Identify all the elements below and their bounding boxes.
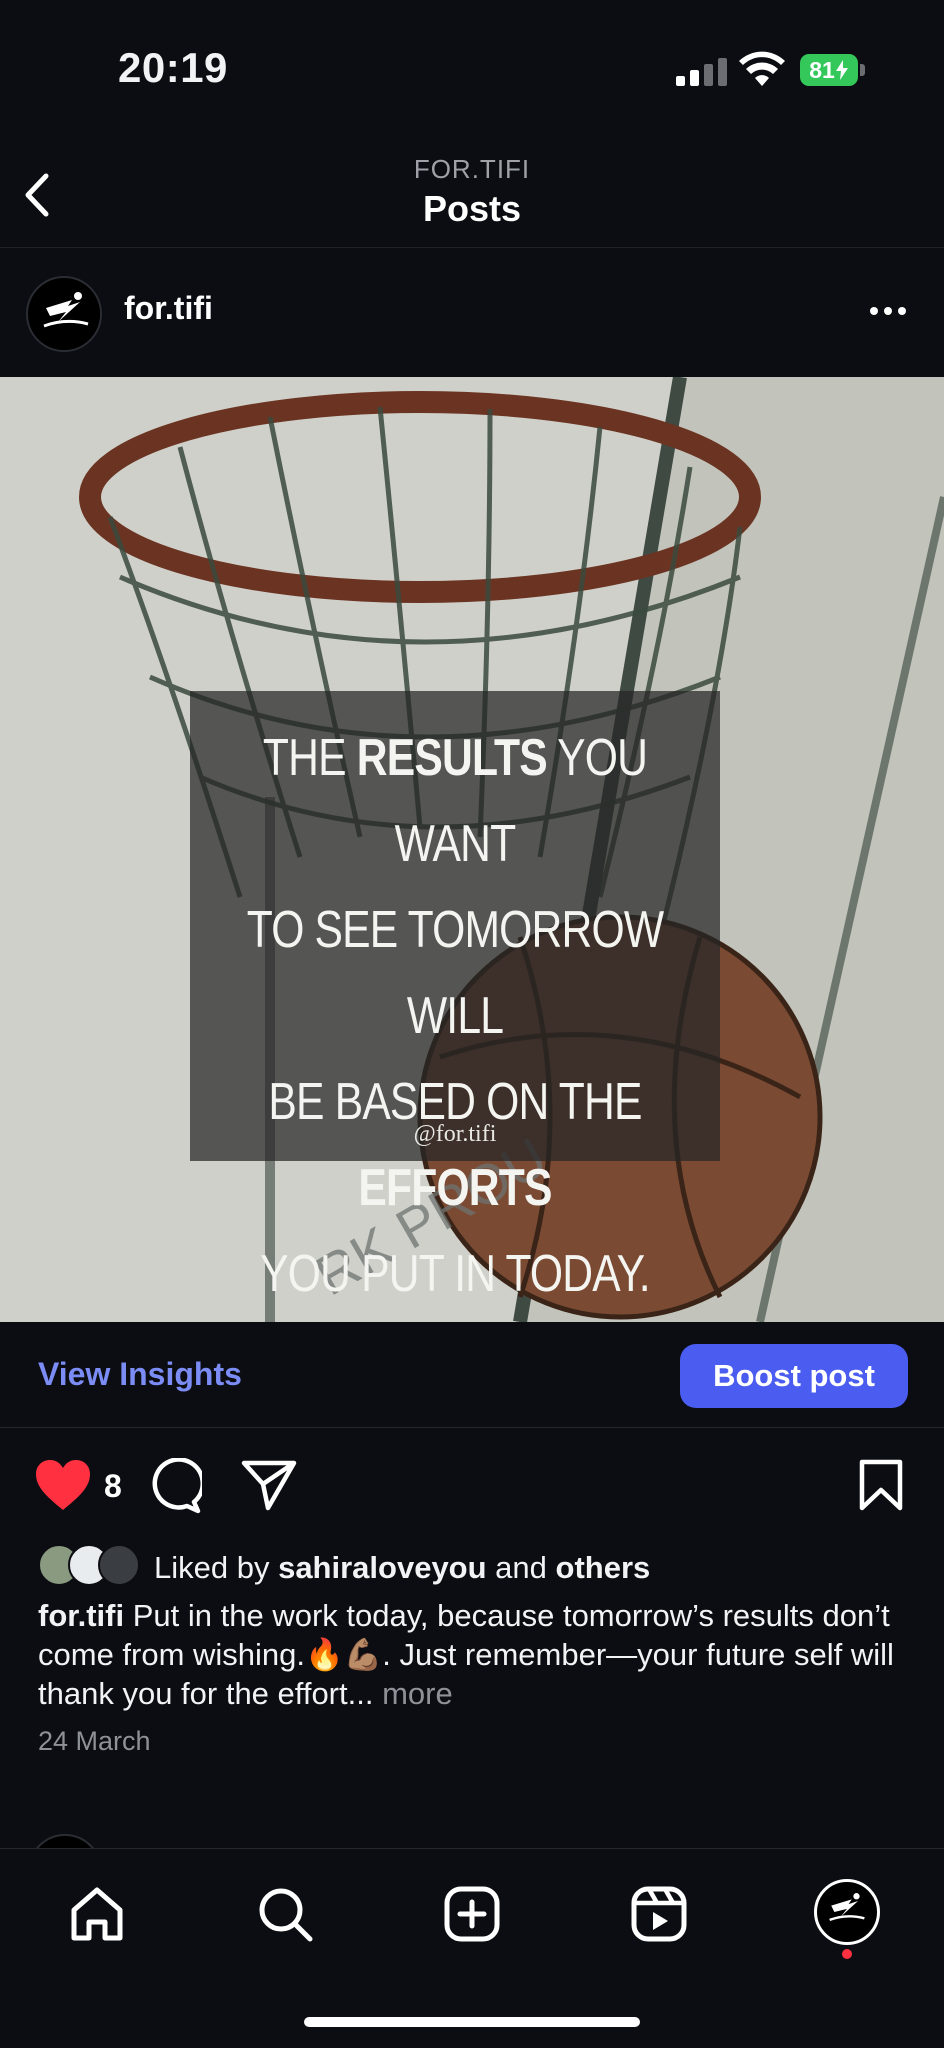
status-time: 20:19: [118, 44, 228, 91]
tab-home[interactable]: [62, 1879, 132, 1949]
quote-line-5: YOU PUT IN TODAY.: [260, 1245, 651, 1303]
page-title: Posts: [422, 188, 522, 229]
comment-icon[interactable]: [146, 1458, 202, 1514]
paper-plane-icon[interactable]: [240, 1458, 298, 1512]
bottom-tab-bar: [0, 1848, 944, 2048]
notification-dot: [842, 1949, 852, 1959]
runner-logo-icon: [829, 1893, 865, 1922]
wifi-icon: [739, 51, 785, 86]
post-actions: 8: [0, 1452, 944, 1520]
dot-icon: [898, 307, 906, 315]
tab-create[interactable]: [437, 1879, 507, 1949]
post-image[interactable]: RK PROU THE RESULTS YOU WANT TO SEE TOMO…: [0, 377, 944, 1322]
insights-row: View Insights Boost post: [0, 1322, 944, 1428]
dot-icon: [884, 307, 892, 315]
post-header: for.tifi: [0, 250, 944, 376]
nav-subtitle: FOR.TIFI: [413, 154, 531, 184]
view-insights-link[interactable]: View Insights: [38, 1356, 242, 1393]
search-icon: [259, 1888, 313, 1942]
tab-reels[interactable]: [624, 1879, 694, 1949]
post-date: 24 March: [38, 1726, 151, 1756]
quote-text: THE RESULTS YOU WANT TO SEE TOMORROW WIL…: [238, 715, 673, 1317]
liked-by-others[interactable]: others: [556, 1550, 651, 1585]
home-icon: [71, 1887, 123, 1941]
home-indicator[interactable]: [304, 2017, 640, 2027]
quote-handle: @for.tifi: [413, 1121, 497, 1147]
dot-icon: [870, 307, 878, 315]
liker-avatar: [98, 1544, 140, 1586]
tab-profile[interactable]: [814, 1879, 880, 1945]
battery-level: 81: [800, 54, 858, 86]
plus-square-icon: [444, 1886, 500, 1942]
reels-icon: [631, 1886, 687, 1942]
tab-search[interactable]: [250, 1879, 320, 1949]
nav-header: FOR.TIFI Posts: [0, 140, 944, 248]
battery-percent: 81: [809, 56, 835, 83]
quote-overlay: THE RESULTS YOU WANT TO SEE TOMORROW WIL…: [190, 691, 720, 1303]
battery-icon: 81: [800, 54, 865, 86]
like-count[interactable]: 8: [104, 1468, 122, 1505]
caption-username[interactable]: for.tifi: [38, 1598, 124, 1633]
cellular-signal-icon: [676, 58, 727, 86]
heart-icon[interactable]: [34, 1458, 92, 1512]
post-caption: for.tifi Put in the work today, because …: [38, 1596, 918, 1713]
quote-line-1: THE RESULTS YOU WANT: [262, 729, 648, 873]
more-options-button[interactable]: [870, 296, 914, 326]
liked-by-text: Liked by sahiraloveyou and others: [154, 1550, 651, 1585]
status-bar: 20:19 81: [0, 0, 944, 140]
runner-logo-icon: [29, 279, 100, 350]
liker-username[interactable]: sahiraloveyou: [278, 1550, 486, 1585]
avatar[interactable]: [26, 276, 102, 352]
post-username[interactable]: for.tifi: [124, 290, 213, 327]
charging-bolt-icon: [835, 60, 848, 80]
liked-by-row[interactable]: Liked by sahiraloveyou and others: [38, 1540, 918, 1594]
bookmark-icon[interactable]: [858, 1458, 904, 1512]
quote-line-2: TO SEE TOMORROW WILL: [246, 901, 664, 1045]
caption-text: Put in the work today, because tomorrow’…: [38, 1598, 894, 1711]
boost-post-button[interactable]: Boost post: [680, 1344, 908, 1408]
caption-more-link[interactable]: more: [373, 1676, 453, 1711]
quote-line-4: EFFORTS: [358, 1159, 552, 1217]
